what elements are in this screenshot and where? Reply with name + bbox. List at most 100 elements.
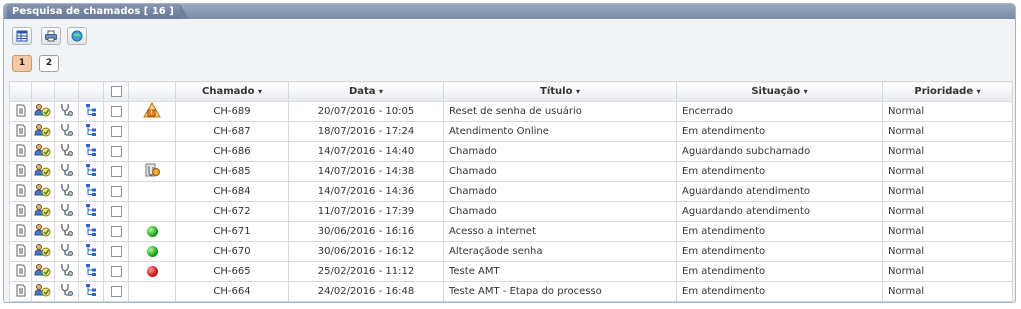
table-row[interactable]: CH-665 25/02/2016 - 11:12 Teste AMT Em aten…: [9, 261, 1013, 282]
row-select-cell: [103, 261, 129, 282]
cell-chamado[interactable]: CH-665: [175, 261, 289, 282]
table-row[interactable]: CH-686 14/07/2016 - 14:40 Chamado Aguardand…: [9, 141, 1013, 162]
header-chamado[interactable]: Chamado ▾: [175, 81, 289, 102]
document-icon: [16, 264, 25, 276]
row-checkbox[interactable]: [110, 185, 122, 197]
diagnose-action[interactable]: [54, 241, 79, 262]
assign-action[interactable]: [31, 181, 55, 202]
hierarchy-icon: [86, 164, 96, 176]
row-checkbox[interactable]: [110, 285, 122, 297]
details-action[interactable]: [9, 261, 32, 282]
cell-chamado[interactable]: CH-671: [175, 221, 289, 242]
cell-prioridade: Normal: [882, 101, 1013, 122]
status-icon-cell: [128, 201, 176, 222]
cell-chamado[interactable]: CH-670: [175, 241, 289, 262]
table-row[interactable]: CH-670 30/06/2016 - 16:12 Alteraçãode senh…: [9, 241, 1013, 262]
table-row[interactable]: CH-672 11/07/2016 - 17:39 Chamado Aguardand…: [9, 201, 1013, 222]
attachment-info-icon: i: [145, 163, 160, 177]
cell-prioridade: Normal: [882, 261, 1013, 282]
details-action[interactable]: [9, 201, 32, 222]
table-row[interactable]: ! CH-689 20/07/2016 - 10:05 Reset de senha …: [9, 101, 1013, 122]
row-checkbox[interactable]: [110, 245, 122, 257]
header-cell: [78, 81, 104, 102]
hierarchy-action[interactable]: [78, 261, 104, 282]
status-icon-cell: !: [128, 101, 176, 122]
details-action[interactable]: [9, 281, 32, 302]
header-prioridade[interactable]: Prioridade ▾: [882, 81, 1013, 102]
hierarchy-action[interactable]: [78, 101, 104, 122]
table-row[interactable]: CH-664 24/02/2016 - 16:48 Teste AMT - Etap…: [9, 281, 1013, 302]
row-checkbox[interactable]: [110, 165, 122, 177]
page-1-button[interactable]: 1: [12, 55, 32, 72]
assign-action[interactable]: [31, 141, 55, 162]
assign-action[interactable]: [31, 281, 55, 302]
cell-chamado[interactable]: CH-686: [175, 141, 289, 162]
assign-action[interactable]: [31, 201, 55, 222]
details-action[interactable]: [9, 161, 32, 182]
status-icon-cell: [128, 181, 176, 202]
hierarchy-action[interactable]: [78, 121, 104, 142]
assign-action[interactable]: [31, 241, 55, 262]
row-checkbox[interactable]: [110, 205, 122, 217]
diagnose-action[interactable]: [54, 281, 79, 302]
select-all-checkbox[interactable]: [110, 85, 122, 97]
header-titulo[interactable]: Título ▾: [443, 81, 677, 102]
diagnose-action[interactable]: [54, 101, 79, 122]
diagnose-action[interactable]: [54, 221, 79, 242]
diagnose-action[interactable]: [54, 181, 79, 202]
assign-action[interactable]: [31, 101, 55, 122]
cell-chamado[interactable]: CH-689: [175, 101, 289, 122]
document-icon: [16, 244, 25, 256]
table-row[interactable]: CH-687 18/07/2016 - 17:24 Atendimento Onli…: [9, 121, 1013, 142]
hierarchy-action[interactable]: [78, 241, 104, 262]
row-checkbox[interactable]: [110, 265, 122, 277]
hierarchy-action[interactable]: [78, 161, 104, 182]
diagnose-action[interactable]: [54, 261, 79, 282]
assign-action[interactable]: [31, 261, 55, 282]
cell-prioridade: Normal: [882, 201, 1013, 222]
grid-view-button[interactable]: [12, 27, 32, 45]
row-checkbox[interactable]: [110, 225, 122, 237]
table-header-row: Chamado ▾ Data ▾ Título ▾ Situação ▾ Pri…: [9, 81, 1013, 102]
details-action[interactable]: [9, 141, 32, 162]
assign-action[interactable]: [31, 121, 55, 142]
row-checkbox[interactable]: [110, 125, 122, 137]
diagnose-action[interactable]: [54, 201, 79, 222]
details-action[interactable]: [9, 181, 32, 202]
cell-chamado[interactable]: CH-685: [175, 161, 289, 182]
details-action[interactable]: [9, 121, 32, 142]
diagnose-action[interactable]: [54, 121, 79, 142]
document-icon: [16, 224, 25, 236]
cell-chamado[interactable]: CH-684: [175, 181, 289, 202]
hierarchy-action[interactable]: [78, 281, 104, 302]
hierarchy-action[interactable]: [78, 181, 104, 202]
sort-arrow-icon: ▾: [575, 87, 580, 96]
refresh-button[interactable]: [67, 27, 87, 45]
table-row[interactable]: CH-684 14/07/2016 - 14:36 Chamado Aguardand…: [9, 181, 1013, 202]
hierarchy-action[interactable]: [78, 141, 104, 162]
cell-chamado[interactable]: CH-672: [175, 201, 289, 222]
table-row[interactable]: i CH-685 14/07/2016 - 14:38 Chamado Em atend…: [9, 161, 1013, 182]
cell-titulo: Chamado: [443, 201, 677, 222]
hierarchy-action[interactable]: [78, 201, 104, 222]
stethoscope-icon: [60, 203, 73, 216]
cell-chamado[interactable]: CH-664: [175, 281, 289, 302]
row-checkbox[interactable]: [110, 145, 122, 157]
assign-action[interactable]: [31, 221, 55, 242]
users-icon: [34, 124, 51, 137]
cell-chamado[interactable]: CH-687: [175, 121, 289, 142]
page-2-button[interactable]: 2: [39, 55, 59, 72]
refresh-icon: [71, 30, 83, 42]
row-checkbox[interactable]: [110, 105, 122, 117]
print-button[interactable]: [41, 27, 61, 45]
hierarchy-action[interactable]: [78, 221, 104, 242]
details-action[interactable]: [9, 101, 32, 122]
diagnose-action[interactable]: [54, 161, 79, 182]
table-row[interactable]: CH-671 30/06/2016 - 16:16 Acesso a interne…: [9, 221, 1013, 242]
assign-action[interactable]: [31, 161, 55, 182]
diagnose-action[interactable]: [54, 141, 79, 162]
header-situacao[interactable]: Situação ▾: [676, 81, 883, 102]
details-action[interactable]: [9, 221, 32, 242]
header-data[interactable]: Data ▾: [288, 81, 444, 102]
details-action[interactable]: [9, 241, 32, 262]
